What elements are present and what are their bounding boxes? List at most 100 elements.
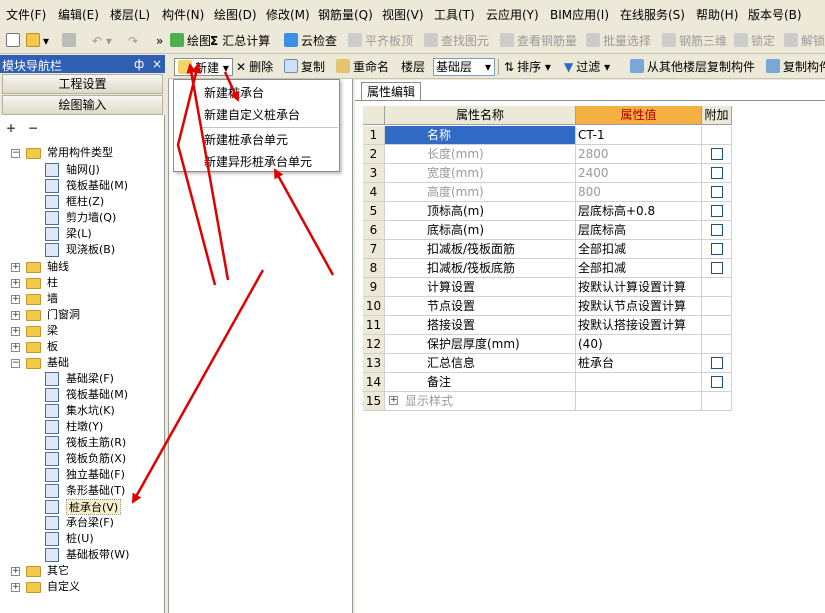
property-value[interactable]: CT-1 [576,126,702,145]
rename-button[interactable]: 重命名 [336,58,389,76]
menu-bim[interactable]: BIM应用(I) [550,6,609,23]
menu-item-new-pile-cap[interactable]: 新建桩承台 [204,84,264,101]
tree-item-foundation-strip[interactable]: 基础板带(W) [66,547,129,563]
menu-tools[interactable]: 工具(T) [434,6,475,23]
extra-checkbox[interactable] [711,376,723,388]
remove-icon[interactable]: − [28,121,38,135]
tree-item-sump-pit[interactable]: 集水坑(K) [66,403,115,419]
expand-icon[interactable]: + [11,327,20,336]
tree-item-pile-cap[interactable]: 桩承台(V) [66,499,122,515]
redo-icon[interactable]: ↷ [128,32,138,50]
extra-checkbox[interactable] [711,357,723,369]
tree-node-axis[interactable]: 轴线 [47,259,69,275]
menu-version[interactable]: 版本号(B) [748,6,802,23]
add-icon[interactable]: + [6,121,16,135]
tree-item-column-pier[interactable]: 柱墩(Y) [66,419,103,435]
draw-button[interactable]: 绘图 [170,32,211,50]
tree-node-beam[interactable]: 梁 [47,323,58,339]
menu-item-new-pile-cap-unit[interactable]: 新建桩承台单元 [204,131,288,148]
expand-toolbar-icon[interactable]: » [156,32,163,50]
collapse-icon[interactable]: − [11,149,20,158]
expand-icon[interactable]: + [11,343,20,352]
tree-node-foundation[interactable]: 基础 [47,355,69,371]
property-value[interactable]: (40) [576,335,702,354]
property-value[interactable]: 层底标高 [576,221,702,240]
tree-node-opening[interactable]: 门窗洞 [47,307,80,323]
tree-item-foundation-beam[interactable]: 基础梁(F) [66,371,114,387]
menu-draw[interactable]: 绘图(D) [214,6,257,23]
tree-item-raft-foundation[interactable]: 筏板基础(M) [66,178,128,194]
extra-checkbox[interactable] [711,148,723,160]
menu-online[interactable]: 在线服务(S) [620,6,685,23]
expand-icon[interactable]: + [11,263,20,272]
sort-button[interactable]: ⇅ 排序 ▾ [504,58,551,76]
property-value[interactable]: 全部扣减 [576,259,702,278]
expand-icon[interactable]: + [389,396,398,405]
tree-node-other[interactable]: 其它 [47,563,69,579]
find-element-button[interactable]: 查找图元 [424,32,489,50]
tree-item-frame-column[interactable]: 框柱(Z) [66,194,104,210]
expand-icon[interactable]: + [11,279,20,288]
menu-help[interactable]: 帮助(H) [696,6,738,23]
extra-checkbox[interactable] [711,243,723,255]
tab-property-edit[interactable]: 属性编辑 [361,82,421,101]
tree-node-wall[interactable]: 墙 [47,291,58,307]
tree-item-pile[interactable]: 桩(U) [66,531,94,547]
unlock-button[interactable]: 解锁 [784,32,825,50]
menu-component[interactable]: 构件(N) [162,6,204,23]
property-value[interactable] [576,373,702,392]
extra-checkbox[interactable] [711,186,723,198]
tree-item-cap-beam[interactable]: 承台梁(F) [66,515,114,531]
copy-button[interactable]: 复制 [284,58,325,76]
undo-icon[interactable]: ↶ ▾ [92,32,112,50]
new-file-icon[interactable] [6,32,23,50]
expand-icon[interactable]: + [11,295,20,304]
menu-rebar[interactable]: 钢筋量(Q) [318,6,373,23]
menu-cloud[interactable]: 云应用(Y) [486,6,539,23]
batch-select-button[interactable]: 批量选择 [586,32,651,50]
extra-checkbox[interactable] [711,205,723,217]
close-icon[interactable]: × [152,57,162,71]
tree-item-axis-grid[interactable]: 轴网(J) [66,162,100,178]
tree-item-strip-footing[interactable]: 条形基础(T) [66,483,125,499]
collapse-icon[interactable]: − [11,359,20,368]
tree-item-cast-slab[interactable]: 现浇板(B) [66,242,115,258]
tree-item-isolated-footing[interactable]: 独立基础(F) [66,467,125,483]
property-value[interactable]: 2800 [576,145,702,164]
filter-button[interactable]: ▼ 过滤 ▾ [564,58,610,76]
cloud-check-button[interactable]: 云检查 [284,32,337,50]
tree-node-custom[interactable]: 自定义 [47,579,80,595]
property-value[interactable]: 按默认搭接设置计算 [576,316,702,335]
extra-checkbox[interactable] [711,224,723,236]
copy-component-button[interactable]: 复制构件 [766,58,825,76]
sum-calc-button[interactable]: Σ 汇总计算 [210,32,270,50]
property-value[interactable]: 按默认计算设置计算 [576,278,702,297]
floor-select[interactable]: 基础层 ▾ [433,58,495,76]
tree-item-raft-main-rebar[interactable]: 筏板主筋(R) [66,435,126,451]
expand-icon[interactable]: + [11,583,20,592]
project-settings-button[interactable]: 工程设置 [2,74,163,94]
lock-button[interactable]: 锁定 [734,32,775,50]
property-value[interactable]: 800 [576,183,702,202]
tree-item-beam[interactable]: 梁(L) [66,226,92,242]
save-icon[interactable] [62,32,79,50]
tree-node-slab[interactable]: 板 [47,339,58,355]
property-value[interactable]: 按默认节点设置计算 [576,297,702,316]
expand-icon[interactable]: + [11,567,20,576]
menu-floor[interactable]: 楼层(L) [110,6,150,23]
new-button[interactable]: 新建 ▾ [174,58,233,76]
copy-from-floor-button[interactable]: 从其他楼层复制构件 [630,58,755,76]
tree-item-raft-negative-rebar[interactable]: 筏板负筋(X) [66,451,126,467]
expand-icon[interactable]: + [11,311,20,320]
open-file-icon[interactable]: ▾ [26,32,49,50]
menu-edit[interactable]: 编辑(E) [58,6,99,23]
pin-icon[interactable]: ф [134,57,144,71]
delete-button[interactable]: ✕ 删除 [236,58,273,76]
view-rebar-button[interactable]: 查看钢筋量 [500,32,577,50]
tree-node-column[interactable]: 柱 [47,275,58,291]
tree-node-common[interactable]: 常用构件类型 [47,145,113,161]
property-value[interactable]: 2400 [576,164,702,183]
property-value[interactable] [576,392,702,411]
menu-view[interactable]: 视图(V) [382,6,424,23]
property-value[interactable]: 桩承台 [576,354,702,373]
